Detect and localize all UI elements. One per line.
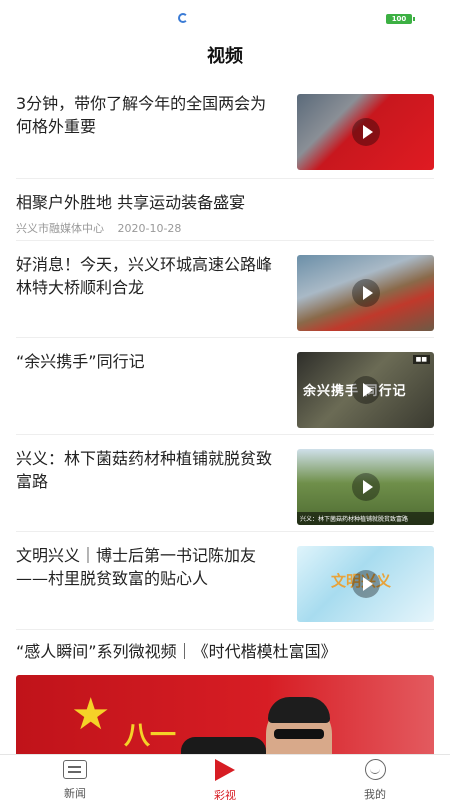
loading-icon [178, 13, 188, 23]
star-icon: ★ [71, 689, 111, 740]
feed-item[interactable]: 文明兴义｜博士后第一书记陈加友——村里脱贫致富的贴心人 文明兴义 [16, 532, 434, 630]
feed-item[interactable]: “余兴携手”同行记 ■■ 余兴携手 同行记 [16, 338, 434, 435]
banner-text: 八一 [124, 721, 177, 751]
play-icon[interactable] [351, 473, 380, 501]
play-icon[interactable] [351, 570, 380, 598]
video-thumbnail[interactable] [297, 255, 434, 331]
feed-item-title: “余兴携手”同行记 [16, 352, 145, 371]
play-icon [215, 759, 235, 781]
tab-me[interactable]: 我的 [300, 755, 450, 800]
tab-video[interactable]: 彩视 [150, 755, 300, 800]
play-icon[interactable] [351, 376, 380, 404]
feed-item-featured[interactable]: “感人瞬间”系列微视频｜《时代楷模杜富国》 ★ 八一 [16, 630, 434, 755]
video-feed[interactable]: 3分钟，带你了解今年的全国两会为何格外重要 相聚户外胜地 共享运动装备盛宴 兴义… [0, 80, 450, 755]
thumbnail-tag: ■■ [412, 355, 430, 364]
thumbnail-subtitle: 兴义：林下菌菇药材种植铺就脱贫致富路 [297, 512, 434, 525]
camera-shape [181, 737, 266, 755]
status-bar: 100 [0, 0, 450, 34]
video-thumbnail[interactable]: 兴义：林下菌菇药材种植铺就脱贫致富路 [297, 449, 434, 525]
battery-indicator: 100 [386, 14, 415, 24]
page-title: 视频 [207, 46, 243, 67]
feed-item-title: 3分钟，带你了解今年的全国两会为何格外重要 [16, 94, 267, 136]
news-icon [63, 760, 87, 779]
hair-shape [268, 697, 330, 723]
sunglasses-shape [274, 729, 324, 739]
tab-news[interactable]: 新闻 [0, 755, 150, 800]
feed-item[interactable]: 3分钟，带你了解今年的全国两会为何格外重要 [16, 80, 434, 179]
feed-item-meta: 兴义市融媒体中心 2020-10-28 [16, 220, 434, 236]
feed-item-title: 文明兴义｜博士后第一书记陈加友——村里脱贫致富的贴心人 [16, 546, 257, 588]
tab-label: 我的 [364, 788, 386, 800]
feed-item-source: 兴义市融媒体中心 [16, 222, 104, 235]
video-thumbnail[interactable] [297, 94, 434, 170]
video-thumbnail[interactable]: ■■ 余兴携手 同行记 [297, 352, 434, 428]
profile-icon [364, 759, 386, 780]
feed-item-title: 好消息！今天，兴义环城高速公路峰林特大桥顺利合龙 [16, 255, 273, 297]
tab-label: 彩视 [214, 789, 236, 800]
feed-item[interactable]: 兴义：林下菌菇药材种植铺就脱贫致富路 兴义：林下菌菇药材种植铺就脱贫致富路 [16, 435, 434, 532]
feed-item-title: “感人瞬间”系列微视频｜《时代楷模杜富国》 [16, 642, 337, 661]
feed-item-title: 兴义：林下菌菇药材种植铺就脱贫致富路 [16, 449, 273, 491]
bottom-tab-bar: 新闻 彩视 我的 [0, 754, 450, 800]
feed-item[interactable]: 相聚户外胜地 共享运动装备盛宴 兴义市融媒体中心 2020-10-28 [16, 179, 434, 241]
play-icon[interactable] [351, 118, 380, 146]
feed-item-date: 2020-10-28 [117, 222, 182, 235]
video-cover[interactable]: ★ 八一 [16, 675, 434, 755]
video-thumbnail[interactable]: 文明兴义 [297, 546, 434, 622]
tab-label: 新闻 [64, 787, 86, 800]
feed-item[interactable]: 好消息！今天，兴义环城高速公路峰林特大桥顺利合龙 [16, 241, 434, 338]
play-icon[interactable] [351, 279, 380, 307]
feed-item-title: 相聚户外胜地 共享运动装备盛宴 [16, 193, 246, 212]
